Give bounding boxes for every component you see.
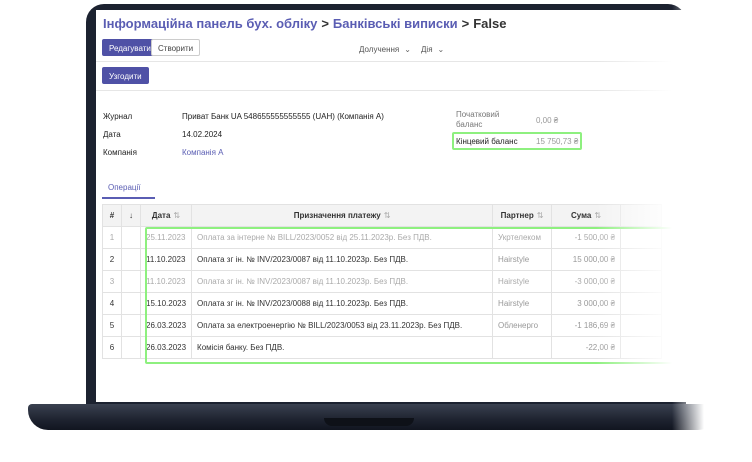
breadcrumb-accounting-dashboard[interactable]: Інформаційна панель бух. обліку [103, 16, 317, 31]
column-partner[interactable]: Партнер ⇅ [492, 204, 553, 227]
row-number: 1 [102, 226, 122, 249]
breadcrumb-current: False [473, 16, 507, 31]
column-purpose[interactable]: Призначення платежу ⇅ [191, 204, 494, 227]
sort-icon: ⇅ [594, 211, 602, 220]
start-balance-label: Початковий баланс [456, 110, 500, 129]
start-balance-value: 0,00 ₴ [536, 116, 559, 125]
actions-dropdown[interactable]: Дія ⌄ [421, 45, 444, 54]
sort-icon: ⇅ [173, 211, 181, 220]
breadcrumb-bank-statements[interactable]: Банківські виписки [333, 16, 458, 31]
laptop-notch [324, 418, 414, 426]
table-header-row: # ↓ Дата ⇅ Призначення платежу ⇅ Партнер ⇅ … [102, 204, 663, 227]
end-balance-value: 15 750,73 ₴ [536, 137, 579, 146]
row-handle [121, 314, 141, 337]
operations-highlight [145, 227, 677, 364]
header-divider [96, 90, 686, 91]
row-number: 5 [102, 314, 122, 337]
column-amount-label: Сума [571, 211, 592, 220]
column-amount[interactable]: Сума ⇅ [551, 204, 622, 227]
row-number: 2 [102, 248, 122, 271]
breadcrumb-separator: > [321, 16, 329, 31]
column-arrow: ↓ [121, 204, 141, 227]
edge-fade [672, 0, 752, 462]
sort-icon: ⇅ [536, 211, 544, 220]
tab-active-indicator [102, 197, 155, 199]
date-value[interactable]: 14.02.2024 [182, 130, 222, 139]
column-purpose-label: Призначення платежу [293, 211, 381, 220]
company-label: Компанія [103, 148, 137, 157]
sort-icon: ⇅ [383, 211, 391, 220]
chevron-down-icon: ⌄ [404, 45, 411, 54]
actions-label: Дія [421, 45, 433, 54]
tab-operations[interactable]: Операції [108, 183, 140, 192]
journal-label: Журнал [103, 112, 133, 121]
row-number: 6 [102, 336, 122, 359]
row-handle [121, 270, 141, 293]
date-label: Дата [103, 130, 121, 139]
chevron-down-icon: ⌄ [437, 45, 445, 54]
attachments-label: Долучення [359, 45, 400, 54]
column-partner-label: Партнер [500, 211, 534, 220]
breadcrumb: Інформаційна панель бух. обліку > Банківсь… [103, 16, 506, 31]
row-handle [121, 292, 141, 315]
column-date-label: Дата [151, 211, 171, 220]
attachments-dropdown[interactable]: Долучення ⌄ [359, 45, 411, 54]
edit-button[interactable]: Редагувати [102, 39, 158, 56]
row-handle [121, 248, 141, 271]
column-number: # [102, 204, 122, 227]
company-link[interactable]: Компанія А [182, 148, 223, 157]
toolbar-divider [96, 61, 686, 62]
column-extra [620, 204, 663, 227]
column-date[interactable]: Дата ⇅ [139, 204, 193, 227]
app-screen: Інформаційна панель бух. обліку > Банківсь… [96, 10, 686, 402]
breadcrumb-separator: > [461, 16, 470, 31]
journal-value[interactable]: Приват Банк UA 548655555555555 (UAH) (Ко… [182, 112, 384, 121]
row-handle [121, 336, 141, 359]
reconcile-button[interactable]: Узгодити [102, 67, 149, 84]
row-number: 3 [102, 270, 122, 293]
end-balance-label: Кінцевий баланс [456, 137, 518, 146]
create-button[interactable]: Створити [151, 39, 201, 56]
row-handle [121, 226, 141, 249]
row-number: 4 [102, 292, 122, 315]
laptop-base [28, 404, 718, 430]
